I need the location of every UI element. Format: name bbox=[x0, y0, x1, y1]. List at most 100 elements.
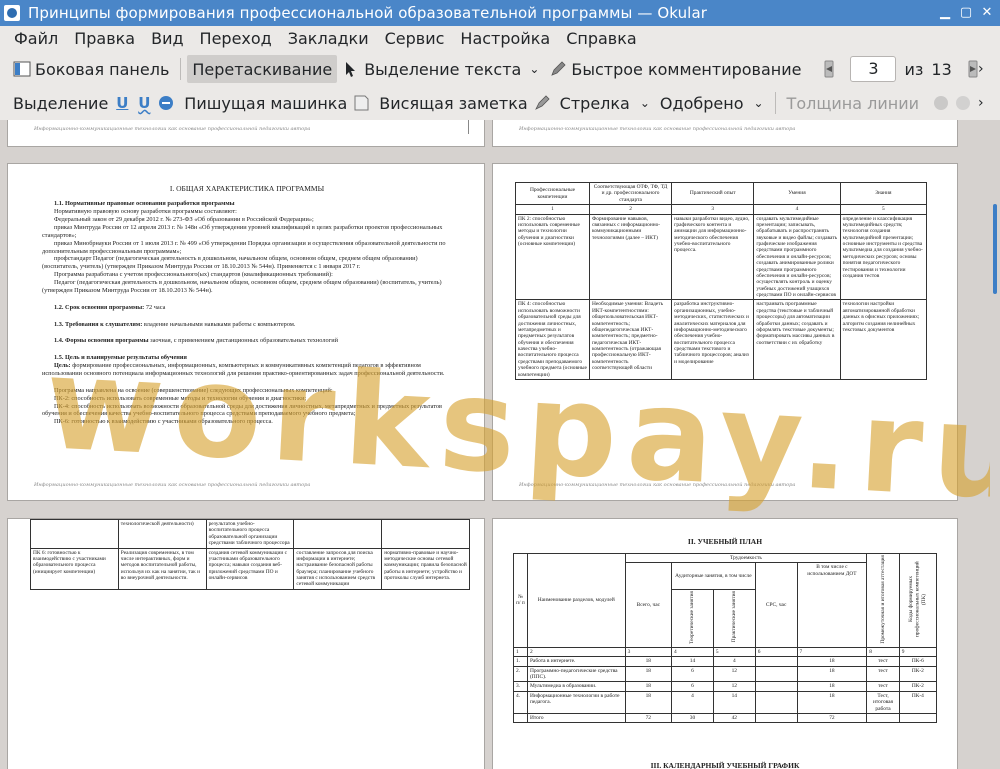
column-header: В том числе с использованием ДОТ bbox=[796, 562, 868, 648]
table-row: 2. Программно-педагогические средства (П… bbox=[513, 665, 938, 683]
table-cell: 6 bbox=[671, 665, 714, 683]
strikeout-icon[interactable] bbox=[157, 94, 175, 112]
table-cell bbox=[754, 665, 798, 683]
table-cell: ПК-2 bbox=[898, 665, 938, 683]
page-of-label: из bbox=[904, 59, 924, 79]
table-edge bbox=[468, 120, 469, 134]
subsection-heading: 1.3. Требования к слушателям: bbox=[54, 320, 143, 328]
subsection-heading: 1.5. Цель и планируемые результаты обуче… bbox=[54, 354, 187, 362]
scrollbar-thumb[interactable] bbox=[993, 204, 997, 294]
table-cell: создания сетевой коммуникации с участник… bbox=[205, 547, 295, 590]
chevron-down-icon[interactable]: ⌄ bbox=[529, 62, 539, 76]
table-row: 1. Работа в интернете. 18 14 4 18 тест П… bbox=[513, 656, 938, 667]
document-viewport[interactable]: Информационно-коммуникационные технологи… bbox=[0, 120, 1000, 769]
column-header: Аудиторные занятия, в том числе bbox=[671, 562, 756, 590]
drag-mode-button[interactable]: Перетаскивание bbox=[187, 55, 338, 83]
chevron-down-icon[interactable]: ⌄ bbox=[753, 96, 763, 110]
menu-go[interactable]: Переход bbox=[192, 27, 280, 51]
window-titlebar: Принципы формирования профессиональной о… bbox=[0, 0, 1000, 26]
table-cell bbox=[866, 712, 900, 724]
main-toolbar: Боковая панель Перетаскивание Выделение … bbox=[0, 52, 1000, 86]
table-cell: 9 bbox=[898, 646, 938, 658]
column-header: Практические занятия bbox=[731, 591, 738, 643]
column-header: № п/ п bbox=[513, 553, 528, 648]
menu-view[interactable]: Вид bbox=[143, 27, 191, 51]
table-cell bbox=[898, 712, 938, 724]
menu-edit[interactable]: Правка bbox=[66, 27, 143, 51]
column-header: Трудоемкость bbox=[624, 552, 868, 564]
highlight-button[interactable]: Выделение bbox=[8, 89, 113, 117]
table-cell: Мультимедиа в образовании. bbox=[526, 681, 626, 692]
underline-icon[interactable]: U bbox=[113, 94, 131, 112]
table-cell: Итого bbox=[526, 712, 626, 724]
menu-settings[interactable]: Настройка bbox=[452, 27, 558, 51]
squiggle-icon[interactable]: U bbox=[135, 94, 153, 112]
maximize-button[interactable]: ▢ bbox=[957, 4, 975, 22]
goal-label: Цель: bbox=[54, 362, 71, 370]
drag-mode-label: Перетаскивание bbox=[192, 59, 333, 79]
table-cell: разработка инструктивно-организационных,… bbox=[671, 299, 755, 380]
table-header-row: № п/ п Наименование разделов, модулей Тр… bbox=[513, 552, 938, 648]
table-total-row: Итого 72 30 42 72 bbox=[513, 712, 938, 724]
quick-comment-label: Быстрое комментирование bbox=[571, 59, 802, 79]
color-palette-icon[interactable] bbox=[932, 94, 950, 112]
curriculum-table: № п/ п Наименование разделов, модулей Тр… bbox=[513, 552, 938, 724]
table-cell bbox=[381, 519, 470, 549]
stamp-button[interactable]: Одобрено ⌄ bbox=[655, 89, 769, 117]
paragraph: Программа разработана с учетом профессио… bbox=[54, 271, 333, 279]
toolbar-overflow-icon[interactable]: › bbox=[978, 95, 984, 111]
line-width-button[interactable]: Толщина линии bbox=[782, 89, 925, 117]
paragraph: ПК-2: способность использовать современн… bbox=[54, 394, 307, 402]
sidebar-button[interactable]: Боковая панель bbox=[8, 55, 174, 83]
table-cell: 3 bbox=[671, 204, 755, 215]
note-icon bbox=[352, 94, 370, 112]
table-number-row: 1 2 3 4 5 6 7 8 9 bbox=[513, 646, 938, 658]
annotation-toolbar: Выделение U U Пишущая машинка Висящая за… bbox=[0, 86, 1000, 120]
toolbar-separator bbox=[774, 92, 776, 114]
page-total-label: 13 bbox=[931, 59, 952, 79]
sticky-note-label: Висящая заметка bbox=[379, 93, 528, 113]
minimize-button[interactable]: ▁ bbox=[936, 4, 954, 22]
close-button[interactable]: ✕ bbox=[978, 4, 996, 22]
table-cell: Работа в интернете. bbox=[526, 656, 626, 667]
paragraph: 72 часа bbox=[145, 303, 166, 311]
typewriter-button[interactable]: Пишущая машинка bbox=[179, 89, 352, 117]
table-cell: ПК-4 bbox=[898, 690, 938, 714]
sticky-note-button[interactable]: Висящая заметка bbox=[374, 89, 532, 117]
column-header: Профессиональные компетенции bbox=[515, 181, 590, 206]
table-cell: 12 bbox=[712, 681, 756, 692]
table-cell: 30 bbox=[671, 712, 714, 724]
sidebar-label: Боковая панель bbox=[35, 59, 170, 79]
section-heading: II. УЧЕБНЫЙ ПЛАН bbox=[687, 537, 763, 546]
table-cell: 5 bbox=[712, 646, 756, 658]
page-number-input[interactable]: 3 bbox=[850, 56, 897, 82]
page-4: Профессиональные компетенции Соответству… bbox=[493, 164, 957, 500]
chevron-down-icon[interactable]: ⌄ bbox=[640, 96, 650, 110]
table-number-row: 1 2 3 4 5 bbox=[515, 204, 928, 215]
vertical-scrollbar[interactable] bbox=[990, 120, 1000, 769]
table-cell: определение и классификация мультимедийн… bbox=[839, 213, 928, 301]
text-select-button[interactable]: Выделение текста ⌄ bbox=[337, 55, 544, 83]
menu-bookmarks[interactable]: Закладки bbox=[280, 27, 377, 51]
menu-tools[interactable]: Сервис bbox=[377, 27, 453, 51]
table-cell: 1. bbox=[513, 656, 528, 667]
toolbar-overflow-icon[interactable]: › bbox=[978, 61, 984, 77]
table-cell: 18 bbox=[796, 656, 868, 667]
page-footer: Информационно-коммуникационные технологи… bbox=[34, 126, 311, 132]
table-cell: 12 bbox=[712, 665, 756, 683]
table-cell: 18 bbox=[796, 690, 868, 714]
quick-comment-button[interactable]: Быстрое комментирование bbox=[544, 55, 806, 83]
menu-bar: Файл Правка Вид Переход Закладки Сервис … bbox=[0, 26, 1000, 52]
sidebar-icon bbox=[13, 60, 31, 78]
table-cell: 2 bbox=[526, 646, 626, 658]
opacity-icon[interactable] bbox=[954, 94, 972, 112]
column-header: Практический опыт bbox=[671, 181, 755, 206]
typewriter-label: Пишущая машинка bbox=[184, 93, 348, 113]
table-cell: ПК-2 bbox=[898, 681, 938, 692]
table-cell: 6 bbox=[671, 681, 714, 692]
table-cell: составление запросов для поиска информац… bbox=[293, 547, 383, 590]
menu-help[interactable]: Справка bbox=[558, 27, 645, 51]
menu-file[interactable]: Файл bbox=[6, 27, 66, 51]
previous-page-icon[interactable] bbox=[820, 60, 838, 78]
arrow-button[interactable]: Стрелка ⌄ bbox=[555, 89, 655, 117]
